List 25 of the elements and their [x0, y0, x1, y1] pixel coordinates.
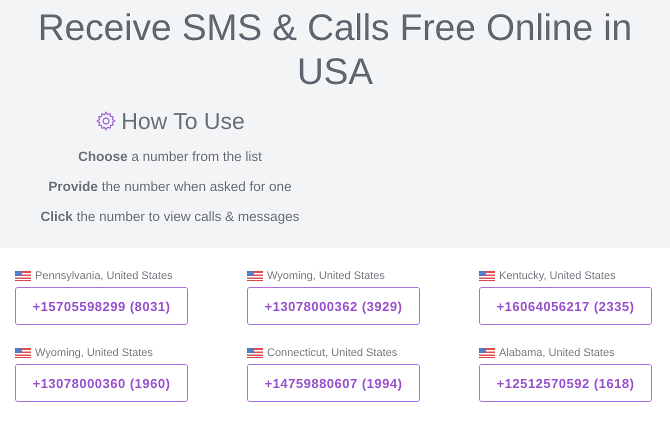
location-label: Alabama, United States	[499, 347, 615, 359]
instruction-text: Choose a number from the list	[78, 148, 262, 166]
phone-number-button[interactable]: +12512570592 (1618)	[479, 364, 652, 402]
flag-icon	[479, 348, 495, 358]
flag-icon	[247, 348, 263, 358]
location-label: Wyoming, United States	[35, 347, 153, 359]
flag-icon	[15, 271, 31, 281]
phone-number-button[interactable]: +14759880607 (1994)	[247, 364, 420, 402]
phone-number-button[interactable]: +13078000362 (3929)	[247, 287, 420, 325]
flag-icon	[15, 348, 31, 358]
location-label: Pennsylvania, United States	[35, 270, 173, 282]
location-label: Kentucky, United States	[499, 270, 616, 282]
location-label: Connecticut, United States	[267, 347, 398, 359]
flag-icon	[479, 271, 495, 281]
instruction-text: Provide the number when asked for one	[48, 178, 292, 196]
phone-number-button[interactable]: +15705598299 (8031)	[15, 287, 188, 325]
page-title: Receive SMS & Calls Free Online in	[36, 6, 634, 50]
flag-icon	[247, 271, 263, 281]
phone-number-button[interactable]: +13078000360 (1960)	[15, 364, 188, 402]
settings-icon	[95, 110, 118, 132]
phone-number-button[interactable]: +16064056217 (2335)	[479, 287, 652, 325]
location-label: Wyoming, United States	[267, 270, 385, 282]
instruction-text: Click the number to view calls & messages	[40, 208, 300, 226]
country-title: USA	[296, 50, 374, 94]
section-title: How To Use	[121, 108, 245, 134]
